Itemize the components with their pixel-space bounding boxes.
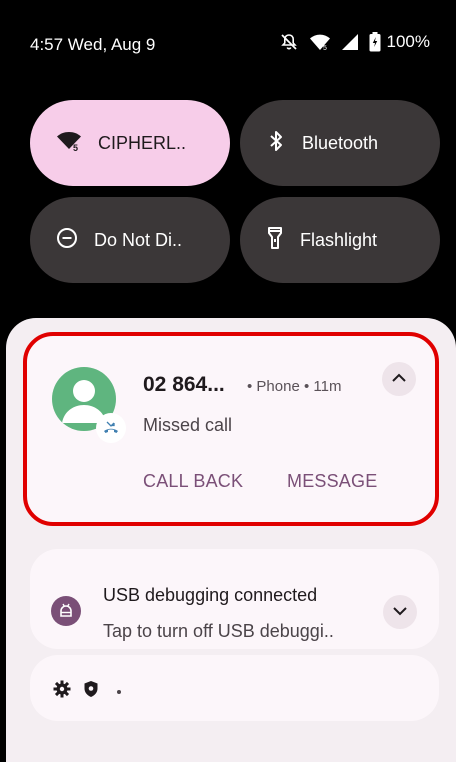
message-button[interactable]: MESSAGE — [287, 471, 377, 492]
shield-icon — [83, 680, 99, 703]
status-icons: 5 100% — [279, 32, 430, 52]
notifications-muted-icon — [279, 32, 299, 52]
battery-charging-icon — [369, 32, 381, 52]
minimized-icons — [53, 680, 121, 703]
status-bar: 4:57 Wed, Aug 9 5 100% — [0, 0, 456, 90]
chevron-down-icon — [392, 603, 408, 621]
tile-dnd-label: Do Not Di.. — [94, 229, 183, 250]
missed-call-icon — [96, 413, 126, 443]
call-body: Missed call — [143, 415, 233, 435]
status-time: 4:57 Wed, Aug 9 — [30, 35, 156, 54]
tile-do-not-disturb[interactable]: Do Not Di.. — [30, 197, 230, 283]
bluetooth-icon — [266, 129, 286, 158]
cell-signal-icon — [341, 33, 359, 51]
collapse-button[interactable] — [382, 362, 416, 396]
tile-wifi[interactable]: 5 CIPHERL.. — [30, 100, 230, 186]
flashlight-icon — [266, 226, 284, 255]
tile-flashlight[interactable]: Flashlight — [240, 197, 440, 283]
tile-bluetooth-label: Bluetooth — [302, 132, 379, 153]
tile-wifi-label: CIPHERL.. — [98, 132, 187, 153]
more-dot — [117, 689, 121, 694]
do-not-disturb-icon — [56, 227, 78, 254]
settings-icon — [53, 680, 71, 703]
caller-number: 02 864... — [143, 373, 225, 396]
usb-title: USB debugging connected — [103, 585, 318, 605]
usb-debug-icon — [51, 596, 81, 626]
call-back-button[interactable]: CALL BACK — [143, 471, 243, 492]
usb-body: Tap to turn off USB debuggi.. — [103, 621, 334, 641]
svg-text:5: 5 — [323, 45, 327, 51]
wifi-icon: 5 — [309, 33, 331, 51]
svg-text:5: 5 — [73, 143, 78, 152]
tile-bluetooth[interactable]: Bluetooth — [240, 100, 440, 186]
battery-percent: 100% — [386, 32, 430, 51]
wifi-icon: 5 — [56, 130, 82, 157]
expand-button[interactable] — [383, 595, 417, 629]
chevron-up-icon — [391, 370, 407, 388]
call-meta: • Phone • 11m — [247, 378, 342, 395]
tile-flashlight-label: Flashlight — [300, 229, 378, 250]
